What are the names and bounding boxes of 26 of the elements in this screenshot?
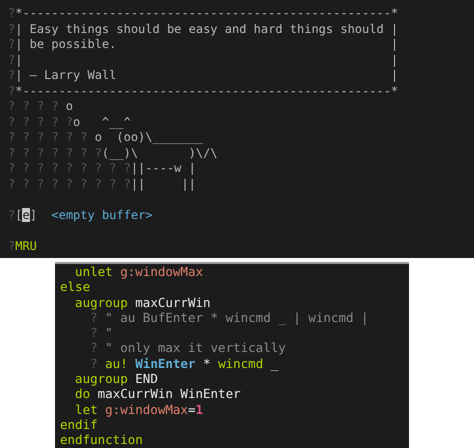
terminal-line: ? ? ? ? o [8,99,74,114]
terminal-line: ?| | [8,52,400,68]
code-line: do maxCurrWin WinEnter [74,386,242,402]
code-line: ? au! WinEnter * wincmd _ [89,356,280,372]
terminal-line: ? ? ? ? ? ? ?(__)\ )\/\ [8,146,219,161]
terminal-line: ? ? ? ? ? ? ? ? ?||----w | [8,161,197,176]
terminal-line: ?| be possible. | [8,37,400,52]
terminal-line: ?*---------------------------------------------------* [8,84,400,99]
code-line: augroup maxCurrWin [74,294,212,310]
code-line: endif [60,416,99,432]
code-line: ? " [89,325,114,340]
code-line: let g:windowMax=1 [74,402,204,417]
code-line: else [60,279,92,295]
terminal-line: ?| – Larry Wall | [8,68,400,84]
code-line: ? " au BufEnter * wincmd _ | wincmd | [90,310,370,326]
code-line: augroup END [74,371,159,386]
terminal-line: ? ? ? ? ?o ^__^ [8,114,132,130]
terminal-line: ? ? ? ? ? ? o (oo)\_______ [8,130,204,146]
terminal-line: ?[e] <empty buffer> [8,208,154,223]
code-line: ? " only max it vertically [89,340,287,356]
terminal-line: ?*---------------------------------------------------* [8,6,400,22]
terminal-line: ? ? ? ? ? ? ? ? ?|| || [8,176,197,192]
code-line: endfunction [60,432,144,448]
code-line: unlet g:windowMax [74,264,204,280]
terminal-line: ?| Easy things should be easy and hard things should | [8,22,400,37]
terminal-line: ?MRU [8,238,38,254]
